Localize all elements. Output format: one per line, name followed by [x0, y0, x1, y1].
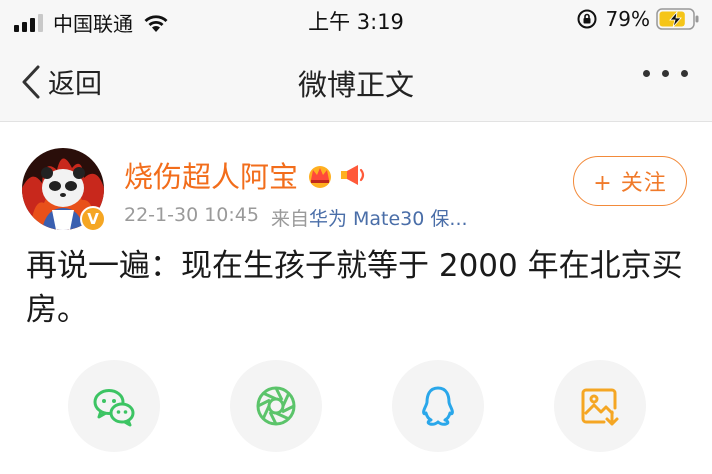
status-bar-right: 79%: [576, 7, 700, 31]
page-title: 微博正文: [297, 68, 414, 102]
share-save-image-button[interactable]: [554, 360, 646, 452]
post-text: 再说一遍：现在生孩子就等于 2000 年在北京买房。: [26, 248, 683, 328]
nav-bar: 返回 微博正文: [0, 40, 712, 122]
share-moments-button[interactable]: [230, 360, 322, 452]
battery-percent: 79%: [605, 7, 650, 31]
moments-icon: [256, 386, 296, 426]
save-image-icon: [581, 388, 619, 426]
username-row: 烧伤超人阿宝: [124, 154, 368, 196]
post-timestamp: 22-1-30 10:45: [124, 204, 259, 226]
verified-badge: V: [80, 206, 106, 232]
share-wechat-button[interactable]: [68, 360, 160, 452]
orientation-lock-icon: [577, 9, 597, 29]
battery-charging-icon: [656, 8, 699, 30]
megaphone-icon: [341, 165, 365, 185]
source-prefix: 来自: [270, 208, 309, 230]
post-source[interactable]: 华为 Mate30 保...: [309, 204, 468, 231]
follow-label: + 关注: [593, 171, 667, 196]
follow-button[interactable]: + 关注: [573, 156, 687, 206]
more-dots-icon[interactable]: [643, 70, 688, 77]
status-bar: 中国联通 上午 3:19 79%: [0, 0, 712, 40]
crown-icon: [309, 166, 332, 188]
wechat-icon: [93, 389, 135, 427]
post-meta: 22-1-30 10:45 来自 华为 Mate30 保...: [124, 204, 468, 231]
username[interactable]: 烧伤超人阿宝: [124, 154, 298, 196]
qq-icon: [422, 386, 454, 426]
share-qq-button[interactable]: [392, 360, 484, 452]
